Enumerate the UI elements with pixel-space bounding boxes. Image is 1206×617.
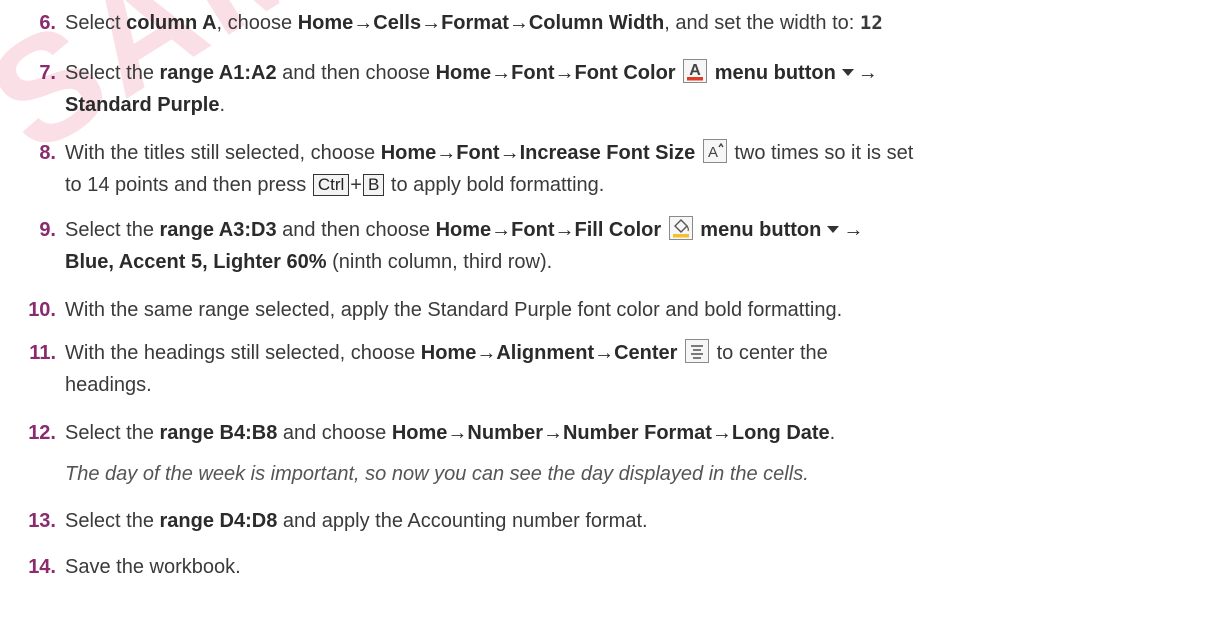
step-number: 9. <box>39 219 56 241</box>
step-number: 14. <box>28 556 56 578</box>
step-text: Select the range A3:D3 and then choose H… <box>65 214 1196 278</box>
step-number: 6. <box>39 12 56 34</box>
step-text: Select column A, choose Home→Cells→Forma… <box>65 12 883 34</box>
step-text: With the same range selected, apply the … <box>65 299 843 321</box>
increase-font-size-icon: A <box>702 139 727 163</box>
step-text: Select the range B4:B8 and choose Home→N… <box>65 422 836 444</box>
step-number: 13. <box>28 510 56 532</box>
dropdown-arrow-icon <box>841 69 854 76</box>
step-text: Select the range A1:A2 and then choose H… <box>65 57 1196 121</box>
step-number: 7. <box>39 62 56 84</box>
font-color-icon: A <box>683 59 708 83</box>
ctrl-key: Ctrl <box>312 174 350 196</box>
step-number: 12. <box>28 422 56 444</box>
step-text: With the headings still selected, choose… <box>65 337 1196 401</box>
svg-text:A: A <box>689 62 701 79</box>
fill-color-icon <box>668 216 693 240</box>
b-key: B <box>362 174 385 196</box>
step-text: Save the workbook. <box>65 556 241 578</box>
center-align-icon <box>685 339 710 363</box>
width-value: 12 <box>859 12 883 34</box>
step-text: Select the range D4:D8 and apply the Acc… <box>65 510 648 532</box>
step-number: 8. <box>39 142 56 164</box>
dropdown-arrow-icon <box>827 226 840 233</box>
step-note: The day of the week is important, so now… <box>65 463 809 485</box>
step-number: 10. <box>28 299 56 321</box>
step-number: 11. <box>29 342 56 364</box>
step-text: With the titles still selected, choose H… <box>65 137 1196 201</box>
svg-text:A: A <box>708 144 718 161</box>
